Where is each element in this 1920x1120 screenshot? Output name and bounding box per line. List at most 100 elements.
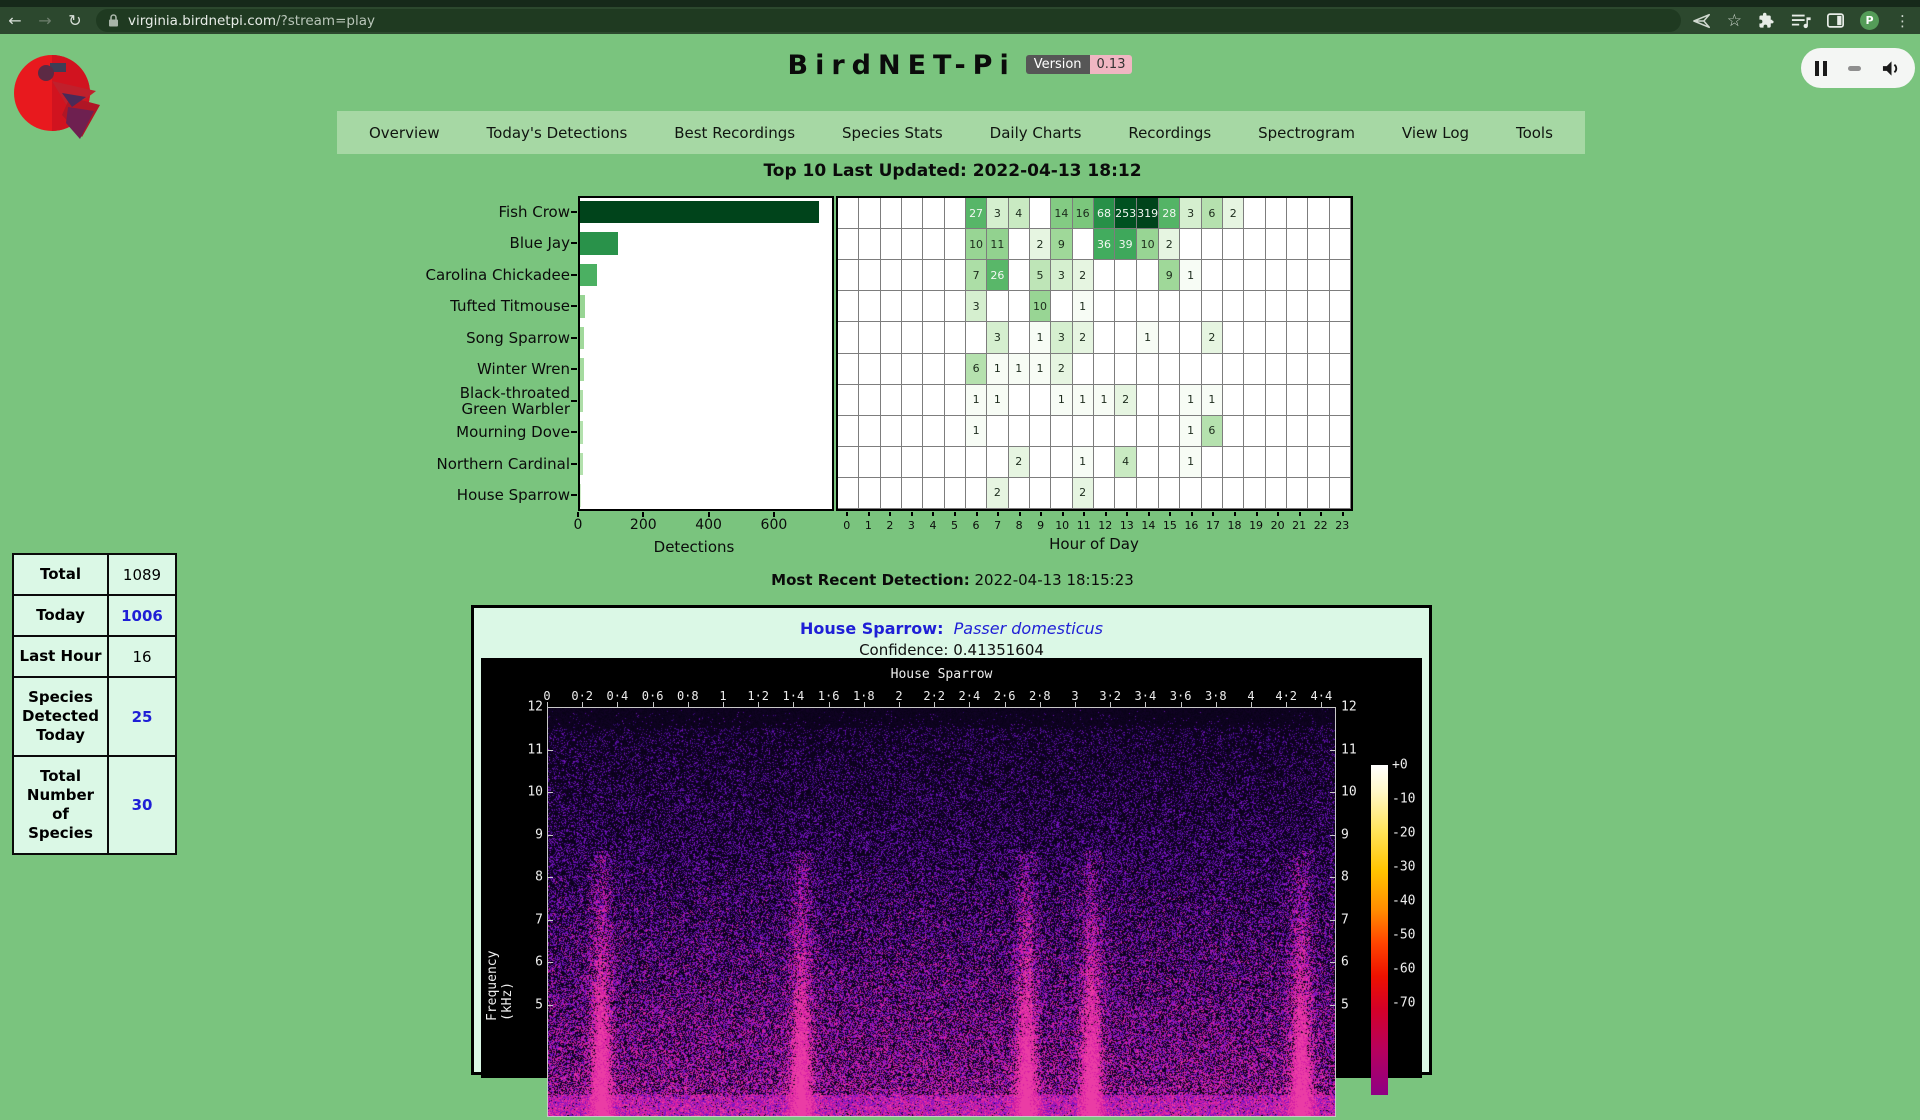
heat-cell-h19-fish-crow [1244, 198, 1265, 229]
nav-item-today-s-detections[interactable]: Today's Detections [487, 124, 628, 142]
heat-cell-h6-carolina-chickadee: 7 [966, 260, 987, 291]
reload-icon[interactable]: ↻ [60, 11, 90, 30]
heat-cell-h2-black-throated-green-warbler [881, 385, 902, 416]
nav-item-recordings[interactable]: Recordings [1128, 124, 1211, 142]
heat-cell-h12-carolina-chickadee [1094, 260, 1115, 291]
profile-avatar[interactable]: P [1860, 11, 1879, 30]
site-header: BirdNET-PiVersion0.13 [0, 50, 1920, 81]
speaker-icon[interactable] [1882, 60, 1901, 77]
browser-menu-icon[interactable]: ⋮ [1895, 12, 1910, 30]
hour-label: 8 [1016, 519, 1023, 532]
spec-freq-tick [548, 1005, 553, 1006]
heat-cell-h5-song-sparrow [945, 322, 966, 353]
nav-item-best-recordings[interactable]: Best Recordings [674, 124, 795, 142]
spec-freq-label-left: 9 [503, 827, 543, 842]
detections-bar-northern-cardinal [580, 453, 583, 476]
heat-cell-h5-carolina-chickadee [945, 260, 966, 291]
heat-cell-h3-winter-wren [902, 354, 923, 385]
heat-cell-h22-house-sparrow [1308, 478, 1329, 509]
heat-cell-h4-black-throated-green-warbler [923, 385, 944, 416]
heat-cell-h21-carolina-chickadee [1287, 260, 1308, 291]
heat-cell-h13-blue-jay: 39 [1115, 229, 1137, 260]
most-recent-label: Most Recent Detection: [771, 571, 970, 589]
address-bar[interactable]: virginia.birdnetpi.com/?stream=play [96, 9, 1681, 32]
heat-cell-h8-fish-crow: 4 [1009, 198, 1030, 229]
spec-time-label: 3·2 [1099, 689, 1121, 703]
species-common-name[interactable]: House Sparrow: [800, 619, 943, 638]
heat-cell-h13-carolina-chickadee [1115, 260, 1137, 291]
colorbar-label: -70 [1392, 996, 1415, 1011]
heat-cell-h20-song-sparrow [1266, 322, 1287, 353]
spec-freq-tick [548, 792, 553, 793]
hour-label: 13 [1120, 519, 1134, 532]
nav-item-spectrogram[interactable]: Spectrogram [1258, 124, 1355, 142]
heat-cell-h10-northern-cardinal [1051, 447, 1072, 478]
hour-tick [1320, 512, 1322, 516]
stats-table: Total1089Today1006Last Hour16Species Det… [12, 553, 177, 855]
heat-cell-h17-song-sparrow: 2 [1202, 322, 1223, 353]
heat-cell-h9-house-sparrow [1030, 478, 1051, 509]
heat-cell-h11-tufted-titmouse: 1 [1073, 291, 1094, 322]
heat-cell-h23-fish-crow [1330, 198, 1351, 229]
spec-time-tick [934, 702, 935, 707]
heat-cell-h23-northern-cardinal [1330, 447, 1351, 478]
heat-cell-h8-blue-jay [1009, 229, 1030, 260]
spec-time-tick [653, 702, 654, 707]
heat-cell-h16-winter-wren [1180, 354, 1201, 385]
spec-time-label: 2·2 [923, 689, 945, 703]
hour-label: 10 [1055, 519, 1069, 532]
spec-time-label: 3·6 [1170, 689, 1192, 703]
extensions-icon[interactable] [1758, 12, 1775, 29]
stats-value-today[interactable]: 1006 [108, 595, 176, 636]
confidence-value: 0.41351604 [953, 641, 1044, 659]
heat-cell-h7-black-throated-green-warbler: 1 [987, 385, 1008, 416]
heat-cell-h22-tufted-titmouse [1308, 291, 1329, 322]
nav-item-species-stats[interactable]: Species Stats [842, 124, 943, 142]
forward-icon[interactable]: → [30, 11, 60, 30]
nav-item-overview[interactable]: Overview [369, 124, 440, 142]
heat-cell-h6-northern-cardinal [966, 447, 987, 478]
heat-cell-h23-mourning-dove [1330, 416, 1351, 447]
heat-cell-h8-carolina-chickadee [1009, 260, 1030, 291]
nav-item-daily-charts[interactable]: Daily Charts [990, 124, 1082, 142]
heat-cell-h0-black-throated-green-warbler [838, 385, 859, 416]
heat-cell-h6-black-throated-green-warbler: 1 [966, 385, 987, 416]
species-label-carolina-chickadee: Carolina Chickadee [420, 267, 570, 283]
heat-cell-h8-tufted-titmouse [1009, 291, 1030, 322]
volume-slider[interactable] [1848, 66, 1861, 71]
hour-label: 20 [1271, 519, 1285, 532]
nav-item-tools[interactable]: Tools [1516, 124, 1553, 142]
heat-cell-h1-house-sparrow [859, 478, 880, 509]
heat-cell-h8-winter-wren: 1 [1009, 354, 1030, 385]
stats-value-total-number-of-species[interactable]: 30 [108, 756, 176, 854]
heat-cell-h16-black-throated-green-warbler: 1 [1180, 385, 1201, 416]
heat-cell-h13-northern-cardinal: 4 [1115, 447, 1137, 478]
pause-icon[interactable] [1815, 61, 1827, 76]
detections-bar-song-sparrow [580, 327, 584, 350]
stats-row-today: Today1006 [13, 595, 176, 636]
hourly-heatmap: 2734141668253319283621011293639102726532… [836, 196, 1353, 511]
heat-cell-h6-house-sparrow [966, 478, 987, 509]
send-icon[interactable] [1693, 13, 1711, 29]
heat-cell-h18-northern-cardinal [1223, 447, 1244, 478]
spec-freq-label-left: 10 [503, 785, 543, 800]
heat-cell-h19-winter-wren [1244, 354, 1265, 385]
bookmark-star-icon[interactable]: ☆ [1727, 11, 1742, 31]
spec-freq-label-left: 11 [503, 742, 543, 757]
spec-freq-label-right: 10 [1341, 785, 1381, 800]
spec-time-tick [864, 702, 865, 707]
media-playlist-icon[interactable] [1791, 13, 1811, 29]
heat-cell-h3-northern-cardinal [902, 447, 923, 478]
heat-cell-h3-song-sparrow [902, 322, 923, 353]
heat-cell-h12-fish-crow: 68 [1094, 198, 1115, 229]
stats-row-species-detected-today: Species Detected Today25 [13, 677, 176, 756]
stats-value-species-detected-today[interactable]: 25 [108, 677, 176, 756]
back-icon[interactable]: ← [0, 11, 30, 30]
heat-cell-h23-tufted-titmouse [1330, 291, 1351, 322]
nav-item-view-log[interactable]: View Log [1402, 124, 1469, 142]
heat-cell-h15-blue-jay: 2 [1159, 229, 1180, 260]
heat-cell-h1-winter-wren [859, 354, 880, 385]
side-panel-icon[interactable] [1827, 13, 1844, 28]
colorbar-label: -50 [1392, 928, 1415, 943]
hour-label: 16 [1184, 519, 1198, 532]
